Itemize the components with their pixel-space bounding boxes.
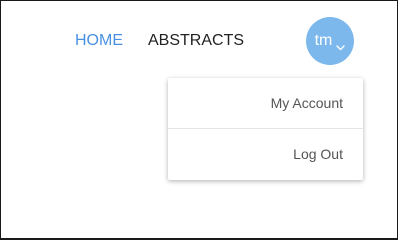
- menu-item-log-out[interactable]: Log Out: [168, 129, 363, 179]
- user-avatar-button[interactable]: tm: [306, 17, 354, 65]
- nav-home-link[interactable]: HOME: [75, 32, 123, 50]
- app-window: HOME ABSTRACTS tm My Account Log Out: [0, 0, 398, 240]
- user-dropdown-menu: My Account Log Out: [168, 78, 363, 180]
- chevron-down-icon: [336, 38, 346, 51]
- menu-item-label: Log Out: [293, 146, 343, 162]
- user-initials: tm: [314, 32, 333, 49]
- menu-item-my-account[interactable]: My Account: [168, 78, 363, 128]
- nav-abstracts-link[interactable]: ABSTRACTS: [148, 32, 244, 50]
- top-navbar: HOME ABSTRACTS tm: [1, 1, 397, 81]
- menu-item-label: My Account: [270, 95, 343, 111]
